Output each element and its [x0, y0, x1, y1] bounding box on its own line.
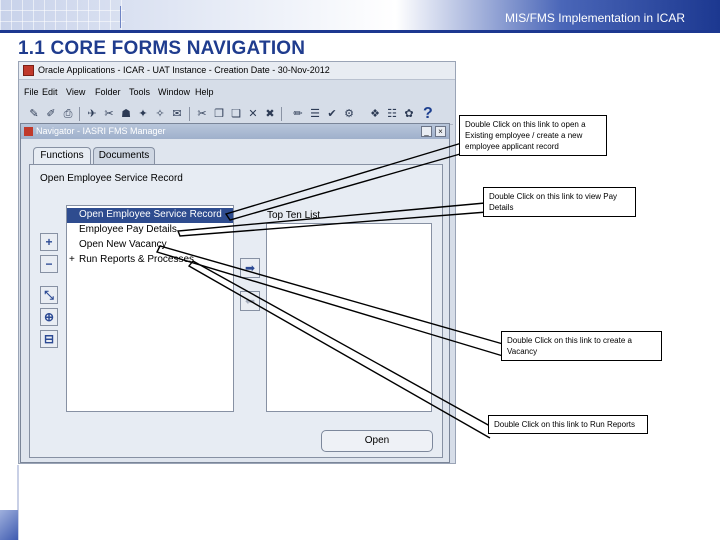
oracle-screenshot: Oracle Applications - ICAR - UAT Instanc…	[18, 61, 456, 464]
navigate-icon[interactable]: ✈	[85, 107, 99, 121]
minimize-button[interactable]: _	[421, 126, 432, 137]
header-pattern	[0, 0, 125, 33]
list-item-employee-pay-details[interactable]: Employee Pay Details	[67, 223, 233, 238]
toolbar: ✎ ✐ ⎙ ✈ ✂ ☗ ✦ ✧ ✉ ✂ ❐ ❏ ✕ ✖ ✏ ☰ ✔ ⚙ ❖ ☷ …	[23, 103, 453, 125]
tab-functions[interactable]: Functions	[33, 147, 91, 164]
list-item-open-employee-service-record[interactable]: Open Employee Service Record	[67, 208, 233, 223]
tools-icon[interactable]: ⚙	[342, 107, 356, 121]
open-button[interactable]: Open	[321, 430, 433, 452]
close-button[interactable]: ×	[435, 126, 446, 137]
oracle-app-icon	[23, 65, 34, 76]
find-all-icon[interactable]: ✦	[136, 107, 150, 121]
navigator-window: Navigator - IASRI FMS Manager _ × Functi…	[20, 123, 450, 463]
functions-panel: Open Employee Service Record + − ⤡ ⊕ ⊟ O…	[29, 164, 443, 458]
translate-icon[interactable]: ☰	[308, 107, 322, 121]
list-item-label: Run Reports & Processes	[79, 254, 195, 265]
menu-window[interactable]: Window	[158, 87, 190, 97]
functions-list: Open Employee Service Record Employee Pa…	[66, 205, 234, 412]
toolbar-separator	[189, 107, 190, 121]
menu-folder[interactable]: Folder	[95, 87, 121, 97]
callout-vacancy: Double Click on this link to create a Va…	[501, 331, 662, 361]
navigator-title-bar[interactable]: Navigator - IASRI FMS Manager _ ×	[21, 124, 449, 139]
oracle-window-title: Oracle Applications - ICAR - UAT Instanc…	[38, 65, 330, 75]
window-icon[interactable]: ❖	[368, 107, 382, 121]
header-caption: MIS/FMS Implementation in ICAR	[504, 11, 685, 25]
callout-pay-details: Double Click on this link to view Pay De…	[483, 187, 636, 217]
tab-documents[interactable]: Documents	[93, 147, 155, 164]
delete-icon[interactable]: ✖	[263, 107, 277, 121]
folder-icon[interactable]: ✉	[170, 107, 184, 121]
cut-icon[interactable]: ✂	[195, 107, 209, 121]
list-item-run-reports-processes[interactable]: + Run Reports & Processes	[67, 253, 233, 268]
collapse-button[interactable]: −	[40, 255, 58, 273]
corner-decoration	[0, 510, 18, 540]
slide-title: 1.1 CORE FORMS NAVIGATION	[18, 38, 306, 59]
oracle-title-bar: Oracle Applications - ICAR - UAT Instanc…	[19, 62, 455, 80]
expand-button[interactable]: +	[40, 233, 58, 251]
list-item-label: Open New Vacancy	[79, 239, 167, 250]
spell-icon[interactable]: ✔	[325, 107, 339, 121]
selected-path-label: Open Employee Service Record	[40, 173, 183, 184]
callout-run-reports: Double Click on this link to Run Reports	[488, 415, 648, 434]
tree-expand-icon[interactable]: +	[69, 253, 75, 267]
navigator-title: Navigator - IASRI FMS Manager	[36, 126, 166, 136]
add-to-top-ten-button[interactable]: ➡	[240, 258, 260, 278]
help-icon[interactable]: ?	[423, 105, 433, 123]
header-rule	[0, 30, 720, 33]
slide: MIS/FMS Implementation in ICAR 1.1 CORE …	[0, 0, 720, 540]
menu-tools[interactable]: Tools	[129, 87, 150, 97]
list-item-label: Open Employee Service Record	[79, 209, 222, 220]
open-icon[interactable]: ✎	[27, 107, 41, 121]
callout-open-employee: Double Click on this link to open a Exis…	[459, 115, 607, 156]
navigator-window-icon	[24, 127, 33, 136]
expand-all-button[interactable]: ⊕	[40, 308, 58, 326]
menu-edit[interactable]: Edit	[42, 87, 58, 97]
collapse-all-button[interactable]: ⊟	[40, 330, 58, 348]
edit-icon[interactable]: ✏	[291, 107, 305, 121]
toolbar-separator	[79, 107, 80, 121]
menu-file[interactable]: File	[24, 87, 39, 97]
header-divider	[120, 6, 121, 28]
clear-icon[interactable]: ✕	[246, 107, 260, 121]
top-ten-label: Top Ten List	[267, 210, 321, 221]
print-icon[interactable]: ⎙	[61, 107, 75, 121]
paste-icon[interactable]: ❏	[229, 107, 243, 121]
menu-bar: File Edit View Folder Tools Window Help	[19, 86, 455, 102]
top-ten-list[interactable]	[266, 223, 432, 412]
attachments-icon[interactable]: ✧	[153, 107, 167, 121]
toolbar-separator	[281, 107, 282, 121]
list-icon[interactable]: ☷	[385, 107, 399, 121]
find-icon[interactable]: ☗	[119, 107, 133, 121]
list-item-label: Employee Pay Details	[79, 224, 177, 235]
list-item-open-new-vacancy[interactable]: Open New Vacancy	[67, 238, 233, 253]
save-icon[interactable]: ✐	[44, 107, 58, 121]
menu-help[interactable]: Help	[195, 87, 214, 97]
attach-icon[interactable]: ✿	[402, 107, 416, 121]
menu-view[interactable]: View	[66, 87, 85, 97]
expand-branch-button[interactable]: ⤡	[40, 286, 58, 304]
zoom-icon[interactable]: ✂	[102, 107, 116, 121]
copy-icon[interactable]: ❐	[212, 107, 226, 121]
remove-from-top-ten-button[interactable]: ⬅	[240, 291, 260, 311]
